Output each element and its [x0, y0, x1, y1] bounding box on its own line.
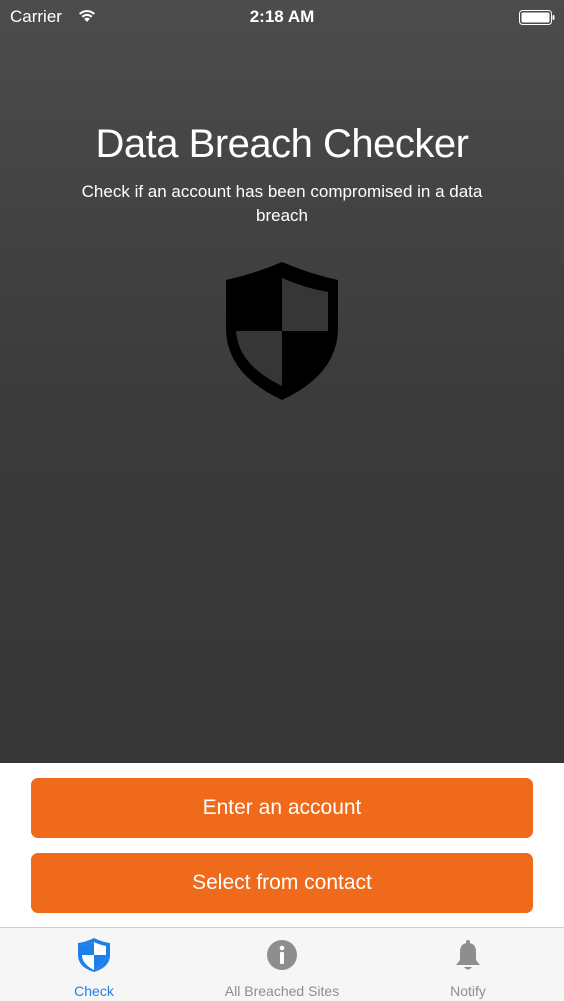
- tab-notify-label: Notify: [450, 983, 486, 999]
- page-subtitle: Check if an account has been compromised…: [81, 182, 483, 225]
- info-icon: [267, 940, 297, 970]
- tab-check[interactable]: Check: [44, 928, 144, 1001]
- shield-icon: [226, 262, 338, 400]
- enter-account-button[interactable]: Enter an account: [31, 778, 533, 838]
- tab-all-breached-sites[interactable]: All Breached Sites: [197, 928, 367, 1001]
- app-screen: Carrier 2:18 AM Data Breach Checker Chec…: [0, 0, 564, 1001]
- bell-icon: [456, 940, 480, 970]
- hero-panel: Carrier 2:18 AM Data Breach Checker Chec…: [0, 0, 564, 763]
- tab-bar: Check All Breached Sites Notify: [0, 927, 564, 1001]
- shield-icon: [78, 938, 110, 972]
- page-title: Data Breach Checker: [95, 122, 469, 166]
- clock-label: 2:18 AM: [249, 7, 315, 26]
- battery-icon: [519, 10, 555, 25]
- tab-all-breached-sites-label: All Breached Sites: [224, 983, 340, 999]
- tab-notify[interactable]: Notify: [418, 928, 518, 1001]
- tab-check-label: Check: [74, 983, 114, 999]
- select-contact-button[interactable]: Select from contact: [31, 853, 533, 913]
- status-bar: Carrier 2:18 AM: [0, 0, 564, 34]
